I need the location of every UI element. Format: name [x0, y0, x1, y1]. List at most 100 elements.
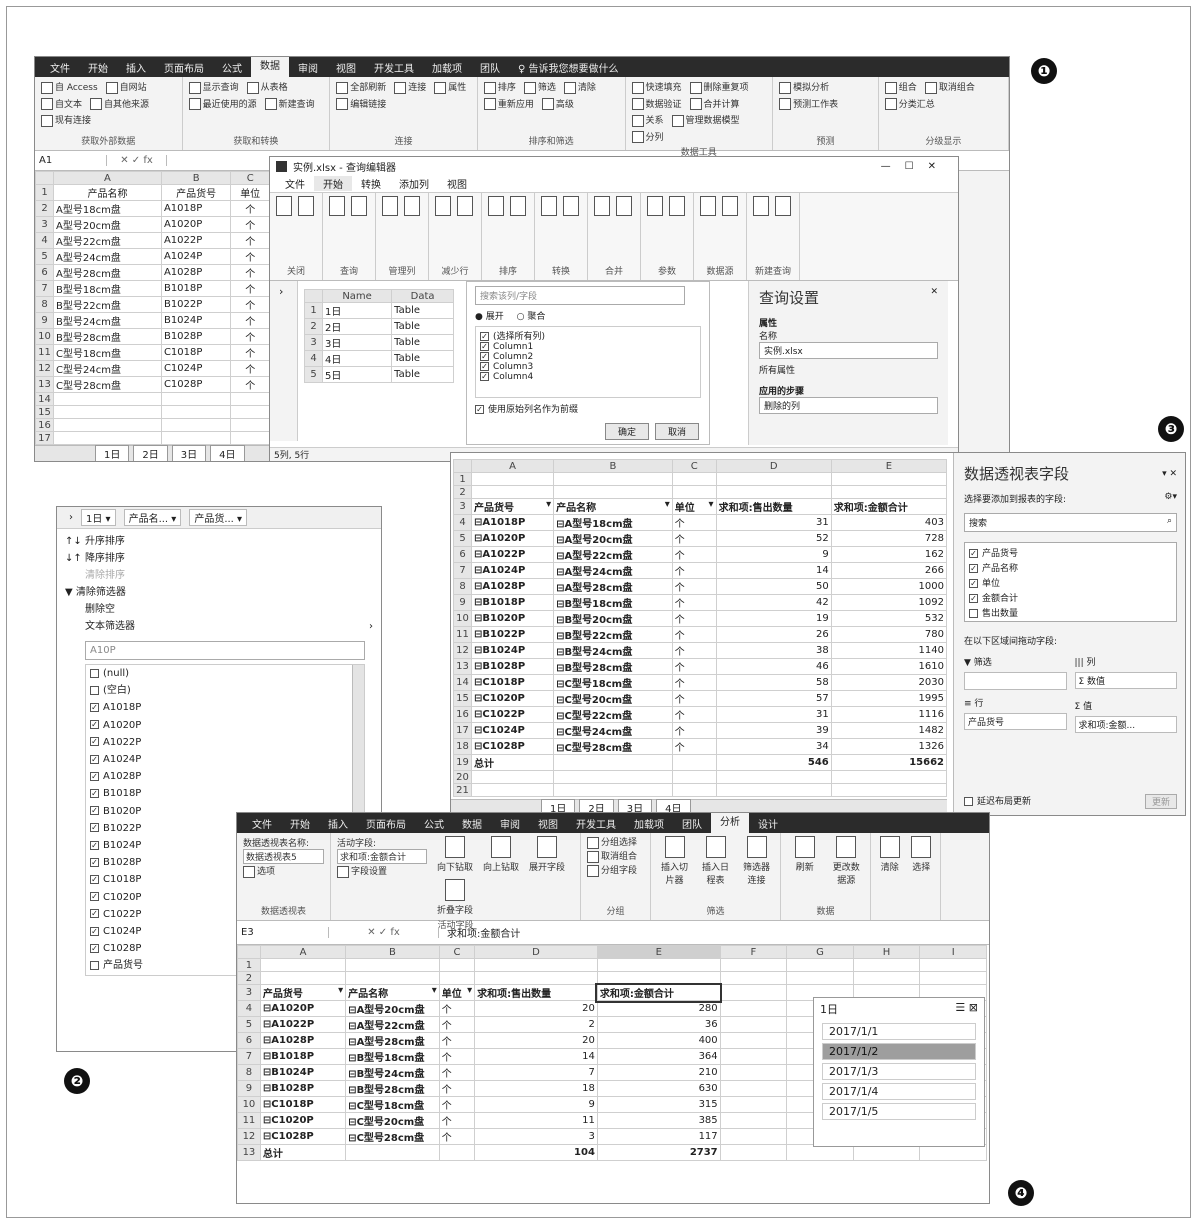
pivot-cell[interactable]: ⊟C型号24cm盘: [553, 722, 673, 739]
collapse-icon[interactable]: ⊟: [263, 1051, 271, 1062]
ribbon-button-icon[interactable]: [775, 196, 791, 216]
ribbon-button[interactable]: 排序: [483, 80, 516, 94]
tab-5[interactable]: 数据: [453, 816, 491, 831]
ribbon-button[interactable]: 展开字段: [527, 836, 567, 873]
grand-total-amount[interactable]: 2737: [596, 1144, 721, 1161]
tab-12[interactable]: 设计: [749, 816, 787, 831]
pivot-cell[interactable]: ⊟A型号22cm盘: [345, 1016, 440, 1033]
cell[interactable]: [259, 971, 347, 985]
filter-area[interactable]: [964, 672, 1067, 690]
ribbon-button[interactable]: 重新应用: [483, 97, 534, 110]
row-header[interactable]: 17: [35, 431, 54, 445]
pivot-cell[interactable]: ⊟A型号20cm盘: [345, 1000, 440, 1017]
sheet-tab[interactable]: 2日: [133, 445, 168, 461]
cell[interactable]: B1028P: [160, 328, 232, 345]
cell[interactable]: [671, 783, 717, 797]
ribbon-button[interactable]: 从表格: [246, 80, 288, 94]
pivot-cell[interactable]: ⊟B型号18cm盘: [345, 1048, 440, 1065]
cell[interactable]: [345, 1144, 440, 1161]
cell[interactable]: [53, 405, 162, 419]
tab-8[interactable]: 开发工具: [365, 60, 423, 75]
ribbon-button-icon[interactable]: [382, 196, 398, 216]
row-header[interactable]: 11: [35, 344, 54, 361]
pivot-cell[interactable]: 个: [671, 722, 717, 739]
filter-value-checkbox[interactable]: ✓ A1022P: [90, 734, 360, 751]
cell[interactable]: B型号22cm盘: [53, 296, 162, 313]
pivot-cell[interactable]: ⊟C1022P: [470, 706, 555, 723]
pivot-cell[interactable]: ⊟A1024P: [470, 562, 555, 579]
pivot-cell[interactable]: 403: [830, 514, 948, 531]
ribbon-button[interactable]: 数据验证: [631, 97, 682, 110]
pivot-cell[interactable]: 个: [671, 594, 717, 611]
ribbon-button-icon[interactable]: [510, 196, 526, 216]
values-area-item[interactable]: 求和项:金额...: [1074, 716, 1177, 733]
cell[interactable]: [596, 971, 721, 985]
cell[interactable]: [160, 418, 232, 432]
pivot-cell[interactable]: 个: [438, 1048, 476, 1065]
cell[interactable]: C型号24cm盘: [53, 360, 162, 377]
column-header[interactable]: B: [345, 945, 440, 959]
pivot-cell[interactable]: 532: [830, 610, 948, 627]
dropdown-icon[interactable]: ▾: [102, 514, 111, 525]
pivot-cell[interactable]: 个: [671, 610, 717, 627]
pivot-cell[interactable]: ⊟A1028P: [259, 1032, 347, 1049]
collapse-icon[interactable]: ⊟: [263, 1019, 271, 1030]
filter-dropdown-icon[interactable]: ▾: [709, 500, 714, 511]
row-header[interactable]: 2: [237, 971, 261, 985]
pivot-field-checkbox[interactable]: 售出数量: [969, 607, 1172, 622]
ribbon-button-icon[interactable]: [700, 196, 716, 216]
cell[interactable]: [470, 770, 555, 784]
row-header[interactable]: 4: [237, 1000, 261, 1017]
selected-cell[interactable]: 求和项:金额合计: [595, 982, 723, 1003]
ribbon-button[interactable]: 新建查询: [264, 97, 315, 110]
ribbon-button[interactable]: 全部刷新: [336, 80, 386, 94]
row-header[interactable]: 17: [453, 722, 472, 739]
collapse-icon[interactable]: ⊟: [263, 1035, 271, 1046]
header-cell[interactable]: 单位: [230, 184, 270, 201]
row-header[interactable]: 3: [237, 984, 261, 1001]
collapse-icon[interactable]: ⊟: [348, 1053, 356, 1064]
pivot-cell[interactable]: 7: [474, 1064, 598, 1081]
ribbon-button[interactable]: 预测工作表: [779, 97, 838, 110]
row-header[interactable]: 1: [453, 472, 472, 486]
slicer-item[interactable]: 2017/1/3: [822, 1063, 976, 1080]
column-header[interactable]: C: [438, 945, 476, 959]
cell[interactable]: C型号18cm盘: [53, 344, 162, 361]
pivot-cell[interactable]: ⊟A1022P: [470, 546, 555, 563]
row-header[interactable]: 6: [237, 1032, 261, 1049]
filter-search-input[interactable]: A10P: [85, 641, 365, 660]
qe-tab[interactable]: 视图: [438, 176, 476, 191]
clear-filter-icon[interactable]: ⊠: [969, 1001, 978, 1014]
pivot-cell[interactable]: ⊟C1020P: [259, 1112, 347, 1129]
pivot-cell[interactable]: 1140: [830, 642, 948, 659]
ribbon-button[interactable]: 折叠字段: [435, 879, 475, 916]
pivot-header-cell[interactable]: 求和项:售出数量: [715, 498, 832, 515]
dropdown-icon[interactable]: ▾: [234, 514, 242, 525]
row-header[interactable]: 6: [35, 264, 54, 281]
row-header[interactable]: 2: [35, 200, 54, 217]
pivot-cell[interactable]: 36: [596, 1016, 721, 1033]
pivot-cell[interactable]: 31: [715, 706, 832, 723]
pivot-cell[interactable]: 31: [715, 514, 832, 531]
ribbon-button[interactable]: 筛选器连接: [739, 836, 774, 886]
slicer-item[interactable]: 2017/1/1: [822, 1023, 976, 1040]
aggregate-radio[interactable]: ○ 聚合: [517, 312, 546, 322]
cell[interactable]: [53, 418, 162, 432]
row-header[interactable]: 10: [453, 610, 472, 627]
pivot-cell[interactable]: 个: [438, 1064, 476, 1081]
pivot-cell[interactable]: ⊟B1028P: [259, 1080, 347, 1097]
cell[interactable]: [438, 971, 476, 985]
cell[interactable]: [474, 971, 598, 985]
pivot-cell[interactable]: 个: [671, 690, 717, 707]
pivot-cell[interactable]: ⊟A1022P: [259, 1016, 347, 1033]
collapse-icon[interactable]: ⊟: [348, 1117, 356, 1128]
ribbon-button[interactable]: 合并计算: [689, 97, 740, 110]
cell[interactable]: [345, 958, 440, 972]
pivot-cell[interactable]: ⊟B型号20cm盘: [553, 610, 673, 627]
cell[interactable]: [474, 958, 598, 972]
cell[interactable]: [160, 392, 232, 406]
qe-cell[interactable]: Table: [391, 350, 454, 367]
cell[interactable]: 个: [230, 264, 270, 281]
grand-total-qty[interactable]: 546: [715, 754, 832, 771]
ribbon-button-icon[interactable]: [753, 196, 769, 216]
